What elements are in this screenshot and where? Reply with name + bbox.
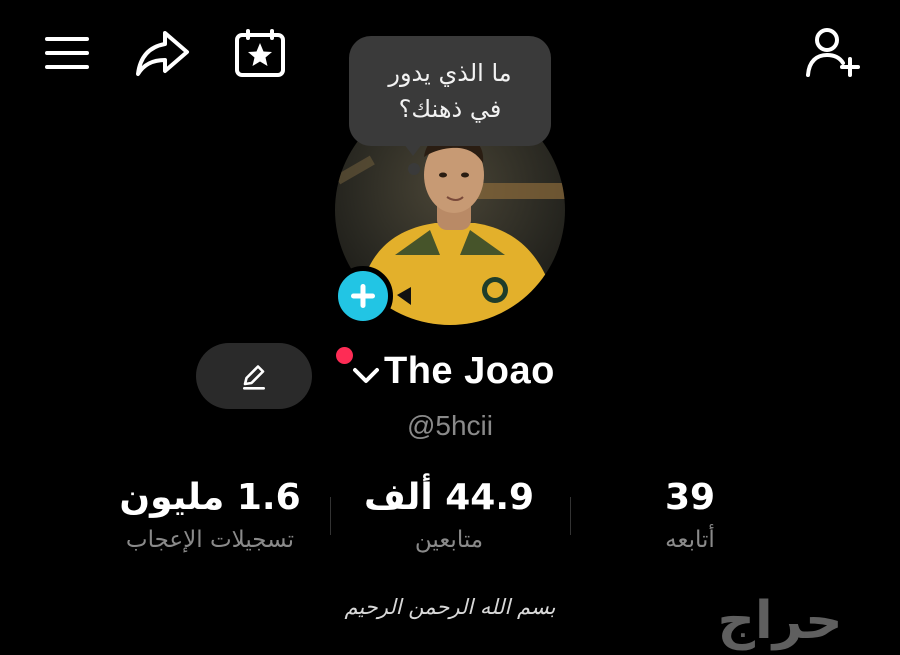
bio-basmala: بسم الله الرحمن الرحيم bbox=[344, 595, 556, 619]
plus-icon bbox=[351, 284, 375, 308]
username: @5hcii bbox=[406, 410, 493, 441]
chevron-down-icon[interactable] bbox=[351, 365, 381, 391]
following-stat[interactable]: 39 أتابعه bbox=[570, 476, 810, 560]
calendar-star-icon[interactable] bbox=[231, 26, 289, 80]
pencil-icon bbox=[243, 365, 265, 390]
display-name[interactable]: The Joao bbox=[384, 350, 555, 393]
note-bubble-line-1: ما الذي يدور bbox=[388, 59, 512, 87]
notification-dot bbox=[336, 347, 353, 364]
followers-count: 44.9 ألف bbox=[363, 477, 535, 518]
note-bubble[interactable]: ما الذي يدور في ذهنك؟ bbox=[349, 36, 551, 146]
share-icon[interactable] bbox=[132, 26, 192, 80]
menu-icon[interactable] bbox=[40, 30, 94, 76]
likes-stat[interactable]: 1.6 مليون تسجيلات الإعجاب bbox=[90, 476, 330, 560]
add-friend-icon[interactable] bbox=[802, 24, 864, 82]
following-count: 39 bbox=[664, 477, 716, 518]
followers-stat[interactable]: 44.9 ألف متابعين bbox=[329, 476, 569, 560]
edit-profile-button[interactable] bbox=[196, 343, 312, 409]
note-bubble-dot bbox=[408, 163, 420, 175]
likes-count: 1.6 مليون bbox=[119, 477, 301, 518]
note-bubble-line-2: في ذهنك؟ bbox=[398, 95, 502, 123]
haraj-watermark: حراج bbox=[717, 591, 843, 651]
following-label: أتابعه bbox=[665, 527, 715, 553]
followers-label: متابعين bbox=[414, 527, 484, 553]
note-bubble-tail bbox=[404, 144, 422, 156]
likes-label: تسجيلات الإعجاب bbox=[125, 527, 295, 553]
add-story-button[interactable] bbox=[333, 266, 393, 326]
